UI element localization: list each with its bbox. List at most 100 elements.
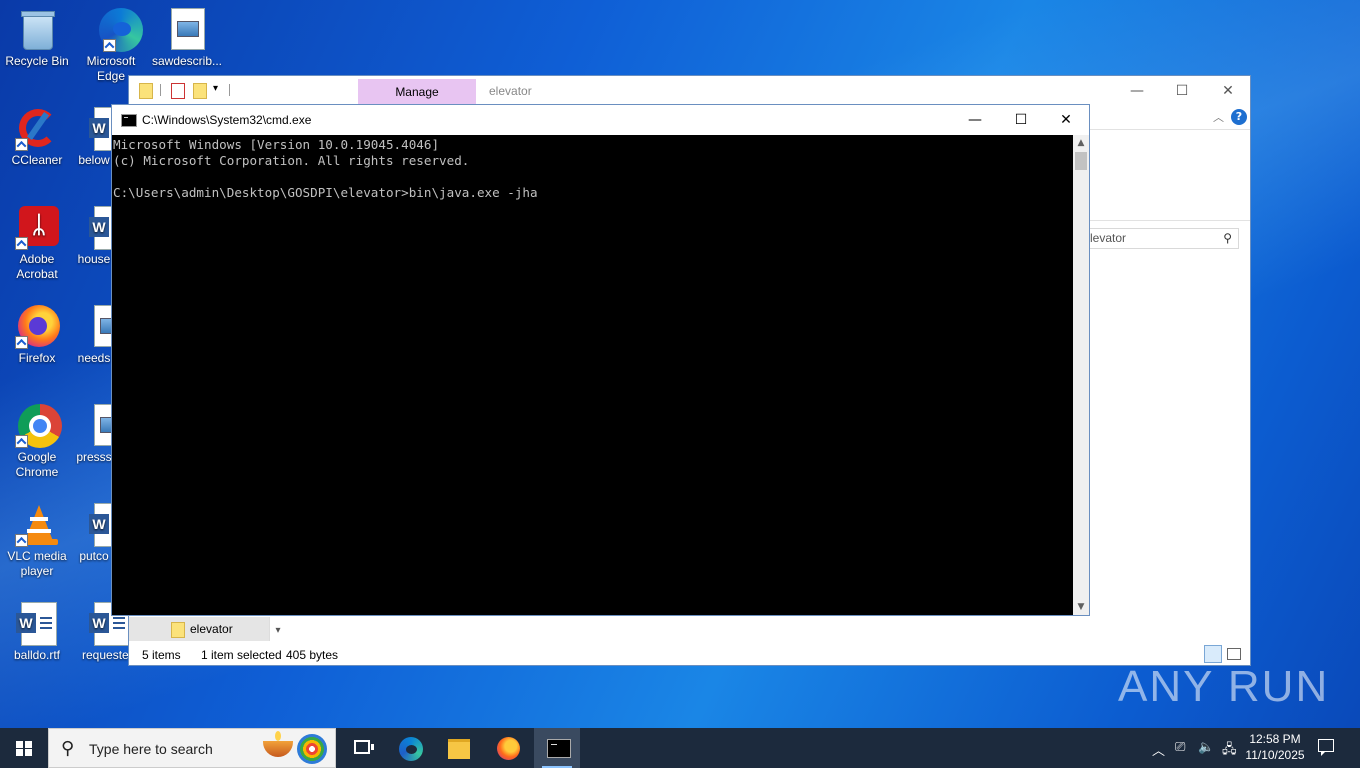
explorer-title-bar[interactable]: ▾ Manage elevator — ☐ ✕: [129, 76, 1250, 106]
ccleaner-icon: [15, 107, 59, 151]
taskbar-cmd[interactable]: [534, 728, 580, 768]
task-view-icon: [354, 740, 374, 754]
taskbar-firefox[interactable]: [485, 728, 531, 768]
show-hidden-icons[interactable]: ︿: [1152, 740, 1165, 759]
volume-icon[interactable]: 🔈: [1198, 740, 1214, 755]
close-button[interactable]: ✕: [1043, 105, 1089, 135]
start-button[interactable]: [0, 728, 48, 768]
diya-icon: [263, 731, 293, 757]
desktop-icon-firefox[interactable]: Firefox: [0, 305, 74, 366]
minimize-icon: —: [968, 112, 982, 128]
rangoli-icon: [297, 734, 327, 764]
collapse-ribbon-icon[interactable]: ︿: [1213, 109, 1224, 125]
shortcut-arrow-icon: [15, 138, 28, 151]
desktop-icon-label: sawdescrib...: [151, 54, 223, 68]
desktop-icon-needs[interactable]: needs: [74, 305, 114, 366]
large-icons-view-icon[interactable]: [1227, 648, 1241, 660]
meet-now-icon[interactable]: ⎚: [1175, 740, 1185, 755]
scroll-down-icon[interactable]: ▼: [1073, 599, 1089, 615]
shortcut-arrow-icon: [15, 534, 28, 547]
desktop-icon-label: below: [78, 153, 110, 167]
console-line-prompt: C:\Users\admin\Desktop\GOSDPI\elevator>b…: [113, 185, 538, 200]
desktop-icon-adobe-acrobat[interactable]: ᛦ Adobe Acrobat: [0, 206, 74, 282]
taskbar-edge[interactable]: [387, 728, 433, 768]
help-icon[interactable]: ?: [1231, 109, 1247, 125]
desktop-icon-balldo[interactable]: balldo.rtf: [0, 602, 74, 663]
desktop-icon-below[interactable]: below: [74, 107, 114, 168]
chrome-icon: [15, 404, 62, 448]
taskbar-file-explorer[interactable]: [436, 728, 482, 768]
desktop-icon-label: balldo.rtf: [13, 648, 61, 662]
cmd-window[interactable]: C:\Windows\System32\cmd.exe — ☐ ✕ Micros…: [111, 104, 1090, 616]
desktop-icon-sawdescrib[interactable]: sawdescrib...: [150, 8, 224, 69]
cmd-window-title: C:\Windows\System32\cmd.exe: [142, 113, 312, 127]
folder-icon: [171, 622, 185, 638]
maximize-icon: ☐: [1014, 112, 1028, 128]
nav-pane-item-label: elevator: [190, 622, 233, 636]
vlc-icon: [15, 503, 59, 547]
desktop-icon-label: needs: [77, 351, 111, 365]
console-line: (c) Microsoft Corporation. All rights re…: [113, 153, 470, 168]
scroll-up-icon[interactable]: ▲: [1073, 135, 1089, 151]
acrobat-icon: ᛦ: [15, 206, 59, 250]
scroll-down-icon[interactable]: ▾: [269, 617, 286, 641]
desktop-icon-label: Google Chrome: [15, 450, 59, 479]
windows-logo-icon: [16, 741, 32, 756]
desktop-icon-label: CCleaner: [11, 153, 63, 167]
clock-date: 11/10/2025: [1245, 748, 1305, 762]
desktop-icon-putco[interactable]: putco: [74, 503, 114, 564]
maximize-icon[interactable]: ☐: [1172, 81, 1192, 101]
scrollbar-thumb[interactable]: [1075, 152, 1087, 170]
console-output[interactable]: Microsoft Windows [Version 10.0.19045.40…: [112, 135, 1073, 615]
shortcut-arrow-icon: [15, 435, 28, 448]
desktop-icon-presss[interactable]: presss: [74, 404, 114, 465]
new-folder-icon[interactable]: [193, 83, 207, 99]
taskbar-search-box[interactable]: ⚲ Type here to search: [48, 728, 336, 768]
notification-icon[interactable]: [1318, 739, 1334, 756]
status-item-count: 5 items: [142, 648, 181, 662]
details-view-icon[interactable]: [1204, 645, 1222, 663]
anyrun-watermark: ANY RUN: [1118, 662, 1330, 711]
vertical-scrollbar[interactable]: ▲ ▼: [1073, 135, 1089, 615]
folder-icon: [139, 83, 153, 99]
clock-time: 12:58 PM: [1249, 732, 1301, 746]
desktop-icon-ccleaner[interactable]: CCleaner: [0, 107, 74, 168]
status-bar: 5 items 1 item selected 405 bytes: [129, 646, 1250, 666]
desktop-icon-label: requeste: [82, 648, 128, 662]
maximize-button[interactable]: ☐: [998, 105, 1044, 135]
shortcut-arrow-icon: [103, 39, 116, 52]
cmd-title-bar[interactable]: C:\Windows\System32\cmd.exe — ☐ ✕: [112, 105, 1089, 135]
console-icon: [121, 114, 137, 127]
search-icon: ⚲: [1223, 231, 1232, 245]
task-view-button[interactable]: [338, 728, 384, 768]
console-line: Microsoft Windows [Version 10.0.19045.40…: [113, 137, 440, 152]
desktop-icon-house[interactable]: house: [74, 206, 114, 267]
desktop-icon-recycle-bin[interactable]: Recycle Bin: [0, 8, 74, 69]
firefox-icon: [15, 305, 60, 349]
nav-pane-item-elevator[interactable]: elevator ▾: [129, 617, 286, 641]
minimize-icon[interactable]: —: [1127, 81, 1147, 101]
desktop-icon-microsoft-edge[interactable]: Microsoft Edge: [74, 8, 148, 84]
firefox-icon: [497, 737, 520, 760]
minimize-button[interactable]: —: [952, 105, 998, 135]
desktop-icon-google-chrome[interactable]: Google Chrome: [0, 404, 74, 480]
desktop-icon-vlc[interactable]: VLC media player: [0, 503, 74, 579]
taskbar: ⚲ Type here to search ︿ ⎚ 🔈 🖧 12:58 PM 1…: [0, 728, 1360, 768]
edge-icon: [89, 8, 143, 52]
close-icon[interactable]: ✕: [1218, 81, 1238, 101]
tab-manage[interactable]: Manage: [358, 79, 476, 106]
status-size: 405 bytes: [286, 648, 339, 662]
recycle-bin-icon: [15, 8, 59, 52]
network-icon[interactable]: 🖧: [1222, 740, 1237, 762]
search-input[interactable]: levator ⚲: [1081, 228, 1239, 249]
desktop-icon-label: VLC media player: [7, 549, 67, 578]
status-selected: 1 item selected: [201, 648, 282, 662]
taskbar-clock[interactable]: 12:58 PM 11/10/2025: [1238, 731, 1312, 763]
properties-icon[interactable]: [171, 83, 185, 99]
desktop-icon-label: Firefox: [18, 351, 56, 365]
customize-qat-icon[interactable]: ▾: [213, 83, 218, 94]
image-file-icon: [165, 8, 209, 52]
desktop-icon-label: Adobe Acrobat: [16, 252, 58, 281]
console-icon: [547, 739, 571, 758]
